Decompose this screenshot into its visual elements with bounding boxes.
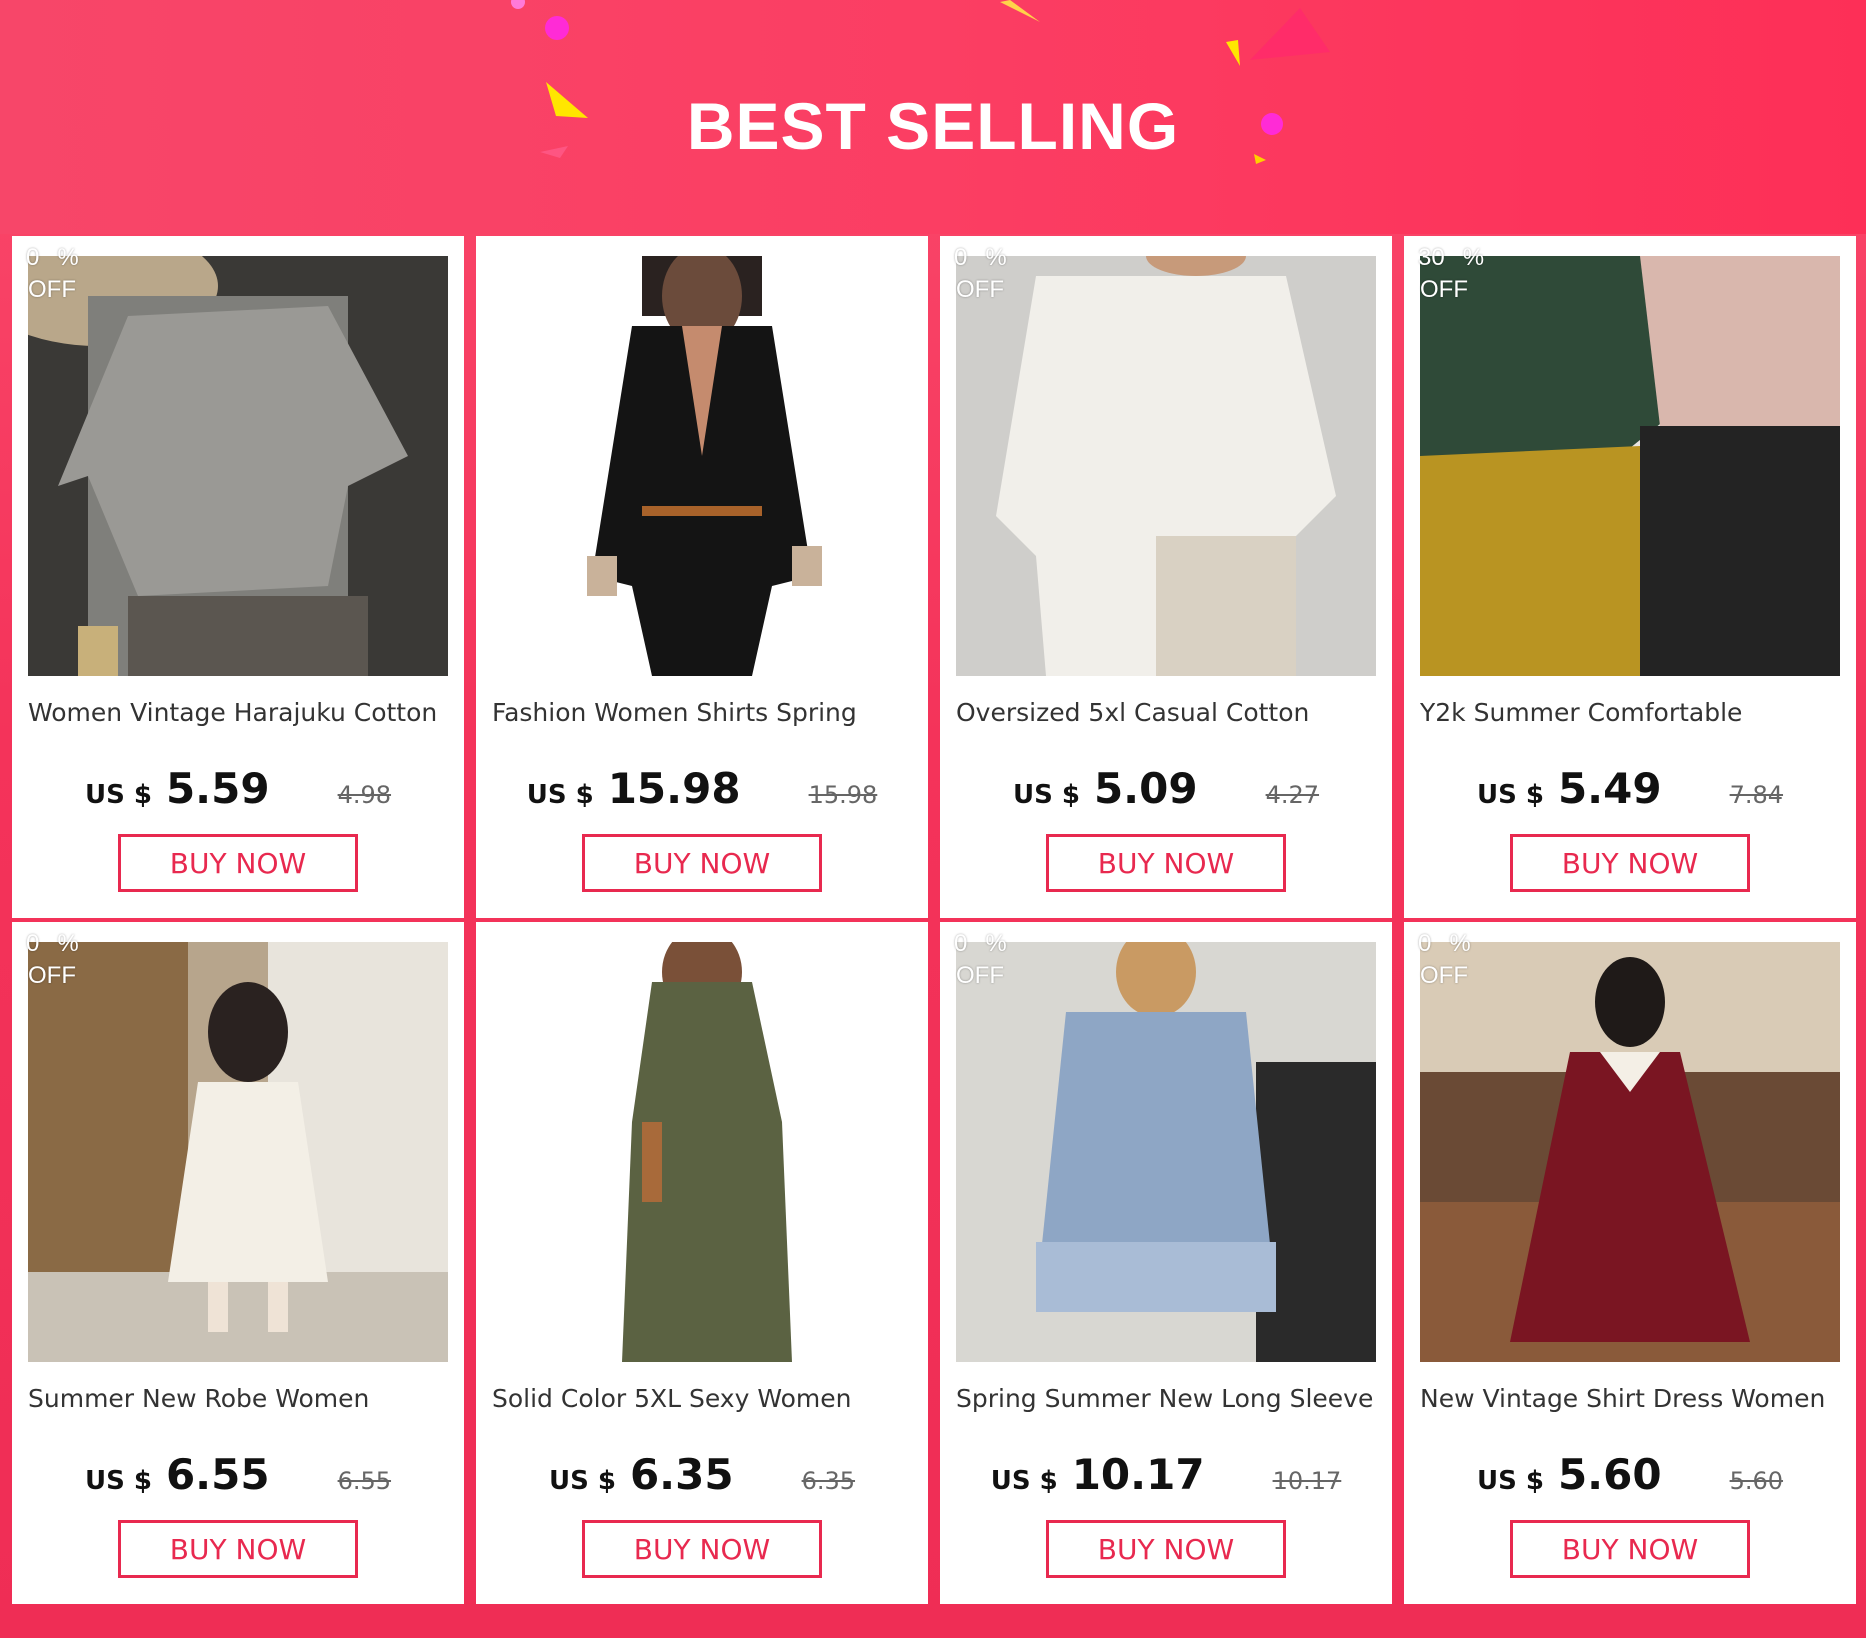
discount-badge: 0% OFF	[1418, 928, 1471, 992]
discount-badge: 0% OFF	[26, 928, 79, 992]
discount-value: 0	[1418, 930, 1432, 957]
product-card[interactable]: 0% OFF Spring Summer New Long Sleeve US …	[940, 922, 1392, 1604]
price-row: US $ 5.59 4.98	[12, 764, 464, 813]
original-price: 5.60	[1729, 1467, 1784, 1495]
buy-now-button[interactable]: BUY NOW	[1046, 834, 1286, 892]
price-row: US $ 15.98 15.98	[476, 764, 928, 813]
currency-label: US $	[1012, 780, 1080, 810]
discount-value: 0	[954, 244, 968, 271]
discount-off: OFF	[956, 276, 1004, 303]
blue-lace-dress-image	[956, 942, 1376, 1362]
product-image[interactable]	[1420, 256, 1840, 676]
discount-percent: %	[57, 930, 79, 957]
product-image[interactable]	[492, 942, 912, 1362]
satin-tees-image	[1420, 256, 1840, 676]
product-card[interactable]: 0% OFF Summer New Robe Women US $ 6.55 6…	[12, 922, 464, 1604]
price-row: US $ 5.49 7.84	[1404, 764, 1856, 813]
product-title[interactable]: New Vintage Shirt Dress Women	[1420, 1384, 1850, 1413]
currency-label: US $	[84, 1466, 152, 1496]
discount-badge: 30% OFF	[1418, 242, 1484, 306]
buy-now-button[interactable]: BUY NOW	[1046, 1520, 1286, 1578]
product-card[interactable]: 0% OFF New Vintage Shirt Dress Women US …	[1404, 922, 1856, 1604]
original-price: 15.98	[808, 781, 878, 809]
discount-off: OFF	[28, 276, 76, 303]
currency-label: US $	[548, 1466, 616, 1496]
product-title[interactable]: Solid Color 5XL Sexy Women	[492, 1384, 922, 1413]
discount-percent: %	[57, 244, 79, 271]
buy-now-button[interactable]: BUY NOW	[582, 1520, 822, 1578]
currency-label: US $	[1476, 780, 1544, 810]
product-image[interactable]	[1420, 942, 1840, 1362]
product-grid: 0% OFF Women Vintage Harajuku Cotton US …	[12, 236, 1856, 1604]
discount-badge: 0% OFF	[954, 242, 1007, 306]
currency-label: US $	[84, 780, 152, 810]
product-card[interactable]: 30% OFF Y2k Summer Comfortable US $ 5.49…	[1404, 236, 1856, 918]
buy-now-button[interactable]: BUY NOW	[1510, 834, 1750, 892]
discount-percent: %	[1462, 244, 1485, 271]
sale-price: 5.09	[1093, 764, 1198, 813]
product-title[interactable]: Summer New Robe Women	[28, 1384, 458, 1413]
original-price: 4.98	[337, 781, 392, 809]
product-title[interactable]: Y2k Summer Comfortable	[1420, 698, 1850, 727]
product-image[interactable]	[956, 942, 1376, 1362]
olive-maxi-dress-image	[492, 942, 912, 1362]
discount-value: 0	[954, 930, 968, 957]
currency-label: US $	[526, 780, 594, 810]
currency-label: US $	[990, 1466, 1058, 1496]
product-image[interactable]	[956, 256, 1376, 676]
discount-percent: %	[985, 930, 1007, 957]
buy-now-button[interactable]: BUY NOW	[582, 834, 822, 892]
burgundy-dress-image	[1420, 942, 1840, 1362]
floral-dress-image	[28, 942, 448, 1362]
product-image[interactable]	[28, 942, 448, 1362]
product-title[interactable]: Fashion Women Shirts Spring	[492, 698, 922, 727]
best-selling-banner: BEST SELLING	[0, 0, 1866, 234]
price-row: US $ 5.60 5.60	[1404, 1450, 1856, 1499]
price-row: US $ 5.09 4.27	[940, 764, 1392, 813]
product-image[interactable]	[492, 256, 912, 676]
currency-label: US $	[1476, 1466, 1544, 1496]
product-title[interactable]: Spring Summer New Long Sleeve	[956, 1384, 1386, 1413]
discount-value: 0	[26, 244, 40, 271]
black-shirt-jumpsuit-image	[492, 256, 912, 676]
buy-now-button[interactable]: BUY NOW	[1510, 1520, 1750, 1578]
discount-value: 0	[26, 930, 40, 957]
price-row: US $ 6.35 6.35	[476, 1450, 928, 1499]
product-card[interactable]: Solid Color 5XL Sexy Women US $ 6.35 6.3…	[476, 922, 928, 1604]
product-card[interactable]: Fashion Women Shirts Spring US $ 15.98 1…	[476, 236, 928, 918]
sale-price: 5.49	[1557, 764, 1662, 813]
discount-badge: 0% OFF	[26, 242, 79, 306]
discount-off: OFF	[1420, 962, 1468, 989]
sale-price: 6.35	[629, 1450, 734, 1499]
discount-off: OFF	[956, 962, 1004, 989]
original-price: 7.84	[1729, 781, 1784, 809]
white-linen-shirt-image	[956, 256, 1376, 676]
buy-now-button[interactable]: BUY NOW	[118, 834, 358, 892]
page-title: BEST SELLING	[686, 89, 1180, 163]
original-price: 6.35	[801, 1467, 856, 1495]
sale-price: 10.17	[1071, 1450, 1205, 1499]
product-card[interactable]: 0% OFF Oversized 5xl Casual Cotton US $ …	[940, 236, 1392, 918]
gray-linen-top-image	[28, 256, 448, 676]
discount-percent: %	[1449, 930, 1471, 957]
sale-price: 5.60	[1557, 1450, 1662, 1499]
discount-off: OFF	[28, 962, 76, 989]
product-title[interactable]: Oversized 5xl Casual Cotton	[956, 698, 1386, 727]
product-title[interactable]: Women Vintage Harajuku Cotton	[28, 698, 458, 727]
sale-price: 6.55	[165, 1450, 270, 1499]
discount-off: OFF	[1420, 276, 1468, 303]
discount-value: 30	[1418, 244, 1445, 271]
price-row: US $ 6.55 6.55	[12, 1450, 464, 1499]
product-card[interactable]: 0% OFF Women Vintage Harajuku Cotton US …	[12, 236, 464, 918]
sale-price: 5.59	[165, 764, 270, 813]
product-image[interactable]	[28, 256, 448, 676]
sale-price: 15.98	[607, 764, 741, 813]
discount-badge: 0% OFF	[954, 928, 1007, 992]
original-price: 6.55	[337, 1467, 392, 1495]
discount-percent: %	[985, 244, 1007, 271]
original-price: 10.17	[1272, 1467, 1342, 1495]
original-price: 4.27	[1265, 781, 1320, 809]
buy-now-button[interactable]: BUY NOW	[118, 1520, 358, 1578]
price-row: US $ 10.17 10.17	[940, 1450, 1392, 1499]
